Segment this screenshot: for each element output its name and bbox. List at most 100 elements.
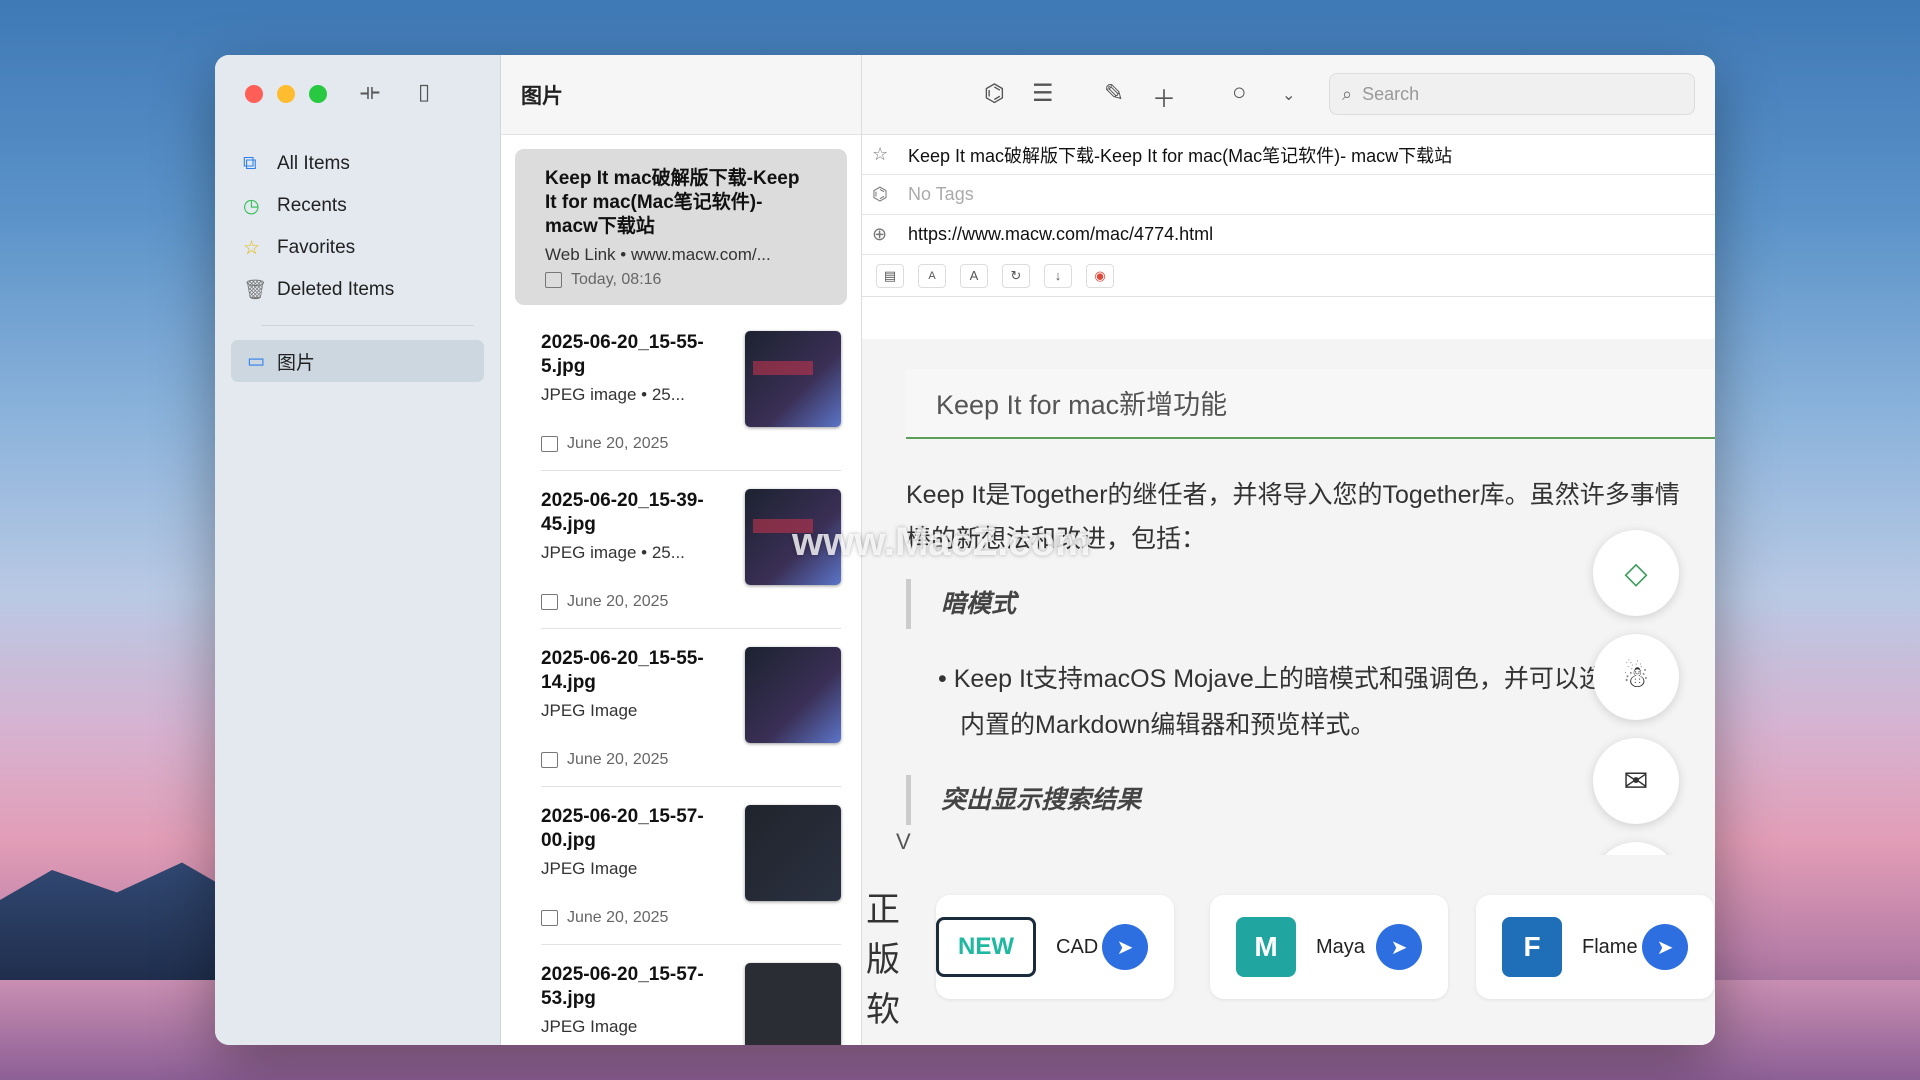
detail-tags-row[interactable]: ⌬ No Tags (862, 175, 1715, 215)
chrome-icon[interactable]: ◉ (1086, 263, 1114, 288)
reload-icon[interactable]: ↻ (1002, 263, 1030, 288)
qq-icon[interactable]: ☃ (1593, 634, 1679, 720)
item-title: 2025-06-20_15-57-00.jpg (541, 806, 704, 851)
clock-icon: ◷ (243, 195, 260, 217)
tag-icon[interactable]: ⌬ (984, 79, 1005, 108)
cad-logo-icon: NEW (936, 917, 1036, 977)
item-title: 2025-06-20_15-55-14.jpg (541, 648, 704, 693)
item-date: June 20, 2025 (541, 751, 841, 769)
item-date-text: June 20, 2025 (567, 435, 669, 452)
watermark: www.MacZ.com (792, 520, 1091, 564)
ad-side-text: 正版软 (866, 891, 900, 1029)
sidebar-item-label: All Items (277, 153, 350, 174)
item-thumbnail (745, 963, 841, 1045)
sidebar: ⟛ ▯ ⧉ All Items ◷ Recents ☆ Favorites 🗑 … (215, 55, 501, 1045)
star-icon: ☆ (243, 237, 261, 259)
sidebar-item-deleted-items[interactable]: 🗑 Deleted Items (231, 269, 484, 311)
sidebar-item-label: Favorites (277, 237, 356, 258)
sidebar-folder-pictures[interactable]: ▭ 图片 (231, 340, 484, 382)
sidebar-item-favorites[interactable]: ☆ Favorites (231, 227, 484, 269)
calendar-icon (541, 436, 558, 452)
search-icon: ⌕ (1342, 83, 1353, 104)
download-icon[interactable]: ↓ (1044, 263, 1072, 288)
send-icon: ➤ (1642, 924, 1688, 970)
ad-label: CAD (1056, 935, 1099, 958)
list-item[interactable]: 2025-06-20_15-57-53.jpg JPEG Image (541, 945, 841, 1045)
folder-title: 图片 (501, 55, 861, 135)
detail-title-row[interactable]: ☆ Keep It mac破解版下载-Keep It for mac(Mac笔记… (862, 135, 1715, 175)
ad-label: Flame (1582, 935, 1638, 958)
zoom-window-button[interactable] (309, 85, 327, 103)
sidebar-tools: ⟛ ▯ (360, 79, 430, 105)
item-date: June 20, 2025 (541, 435, 841, 453)
ad-banner: 正版软 NEW CAD ➤ M Maya ➤ F Flame ➤ (862, 855, 1715, 1045)
chevron-down-icon[interactable]: ⌄ (1282, 85, 1295, 105)
reader-icon[interactable]: ▤ (876, 263, 904, 288)
list-item[interactable]: 2025-06-20_15-57-00.jpg JPEG Image June … (541, 787, 841, 945)
minimize-window-button[interactable] (277, 85, 295, 103)
close-window-button[interactable] (245, 85, 263, 103)
item-title: 2025-06-20_15-39-45.jpg (541, 490, 704, 535)
font-larger-button[interactable]: A (960, 263, 988, 288)
calendar-icon (541, 910, 558, 926)
item-title: Keep It mac破解版下载-Keep It for mac(Mac笔记软件… (545, 168, 800, 237)
detail-pane: ☆ Keep It mac破解版下载-Keep It for mac(Mac笔记… (862, 135, 1715, 1045)
split-view-icon[interactable]: ⟛ (360, 79, 380, 105)
calendar-icon (541, 594, 558, 610)
send-icon: ➤ (1376, 924, 1422, 970)
item-subtitle: Web Link • www.macw.com/... (545, 245, 771, 264)
add-icon[interactable]: ＋ (1152, 79, 1176, 114)
item-date-text: June 20, 2025 (567, 909, 669, 926)
item-thumbnail (745, 805, 841, 901)
item-thumbnail (745, 647, 841, 743)
detail-url-row[interactable]: ⊕ https://www.macw.com/mac/4774.html (862, 215, 1715, 255)
list-icon[interactable]: ☰ (1032, 79, 1054, 108)
calendar-icon (545, 272, 562, 288)
sidebar-divider (261, 325, 474, 326)
flame-logo-icon: F (1502, 917, 1562, 977)
item-date: June 20, 2025 (541, 909, 841, 927)
maya-logo-icon: M (1236, 917, 1296, 977)
item-title: 2025-06-20_15-55-5.jpg (541, 332, 704, 377)
sidebar-item-label: Deleted Items (277, 279, 395, 300)
ad-label: Maya (1316, 935, 1365, 958)
wechat-icon[interactable]: ✉ (1593, 738, 1679, 824)
list-item[interactable]: 2025-06-20_15-55-5.jpg JPEG image • 25..… (541, 313, 841, 471)
search-field[interactable]: ⌕ Search (1329, 73, 1695, 115)
ad-card-maya[interactable]: M Maya ➤ (1210, 895, 1448, 999)
item-title: 2025-06-20_15-57-53.jpg (541, 964, 704, 1009)
ad-card-flame[interactable]: F Flame ➤ (1476, 895, 1714, 999)
trash-icon: 🗑 (243, 280, 268, 301)
web-toolbar: ▤ A A ↻ ↓ ◉ (862, 255, 1715, 297)
detail-title[interactable]: Keep It mac破解版下载-Keep It for mac(Mac笔记软件… (908, 142, 1452, 168)
calendar-icon (541, 752, 558, 768)
edit-icon[interactable]: ✎ (1104, 79, 1124, 108)
font-smaller-button[interactable]: A (918, 263, 946, 288)
web-content: Keep It for mac新增功能 Keep It是Together的继任者… (862, 339, 1715, 855)
list-item[interactable]: 2025-06-20_15-55-14.jpg JPEG Image June … (541, 629, 841, 787)
toolbar: ⌬ ☰ ✎ ＋ ○ ⌄ ⇪ ☺ ⌕ Search (862, 55, 1715, 135)
sidebar-item-label: Recents (277, 195, 347, 216)
list-item[interactable]: Keep It mac破解版下载-Keep It for mac(Mac笔记软件… (515, 149, 847, 305)
tag-icon: ⌬ (872, 184, 888, 204)
item-thumbnail (745, 331, 841, 427)
ad-card-cad[interactable]: NEW CAD ➤ (936, 895, 1174, 999)
detail-tags[interactable]: No Tags (908, 184, 974, 205)
sidebar-item-recents[interactable]: ◷ Recents (231, 185, 484, 227)
sidebar-item-all-items[interactable]: ⧉ All Items (231, 143, 484, 185)
globe-icon: ⊕ (872, 224, 888, 244)
all-items-icon: ⧉ (243, 153, 257, 174)
item-date-text: June 20, 2025 (567, 593, 669, 610)
star-icon[interactable]: ☆ (872, 144, 908, 165)
scroll-chevron[interactable]: V (896, 829, 911, 855)
diamond-icon[interactable]: ◇ (1593, 530, 1679, 616)
send-icon: ➤ (1102, 924, 1148, 970)
detail-url[interactable]: https://www.macw.com/mac/4774.html (908, 224, 1213, 245)
item-date-text: Today, 08:16 (571, 271, 662, 288)
sidebar-toggle-icon[interactable]: ▯ (418, 79, 430, 105)
sidebar-folder-label: 图片 (276, 352, 315, 374)
circle-icon[interactable]: ○ (1232, 79, 1247, 107)
item-date-text: June 20, 2025 (567, 751, 669, 768)
traffic-lights (245, 85, 327, 103)
search-placeholder: Search (1362, 83, 1420, 104)
